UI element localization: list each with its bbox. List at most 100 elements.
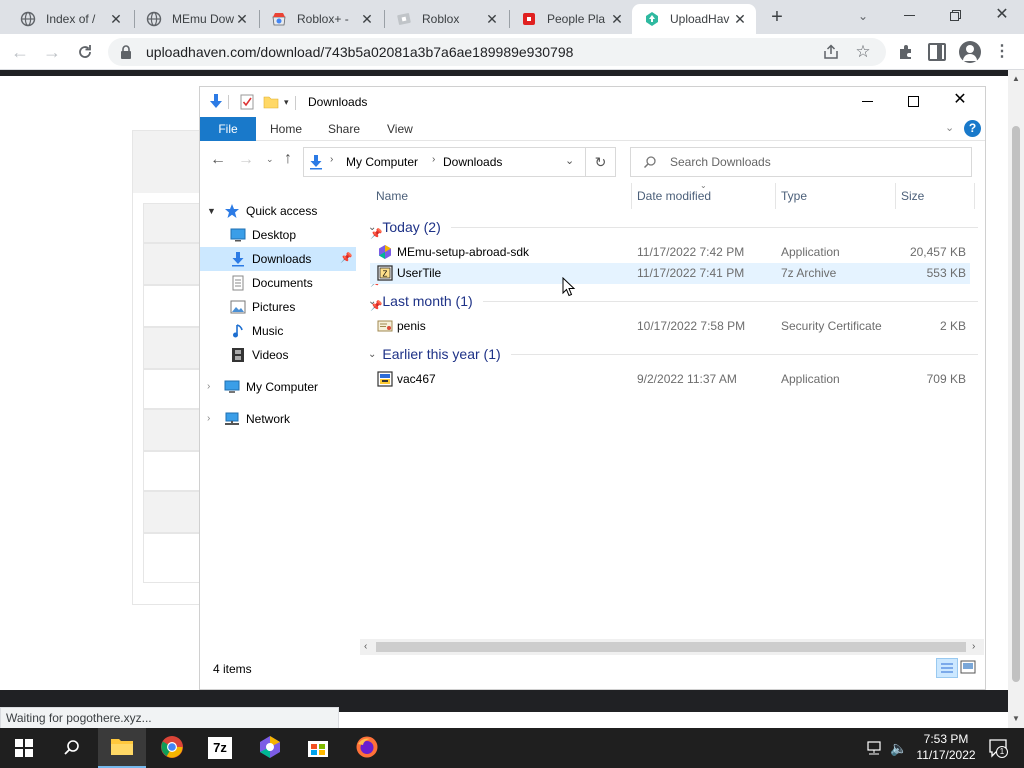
- nav-my-computer[interactable]: My Computer: [224, 375, 318, 399]
- new-folder-icon[interactable]: [263, 94, 279, 110]
- nav-music[interactable]: Music: [230, 319, 283, 343]
- nav-network[interactable]: Network: [224, 407, 290, 431]
- download-arrow-icon[interactable]: [208, 93, 224, 111]
- search-box[interactable]: Search Downloads: [630, 147, 972, 177]
- tab-memu-download[interactable]: MEmu Dow ✕: [134, 4, 258, 34]
- taskbar-firefox[interactable]: [343, 728, 391, 768]
- column-size[interactable]: Size: [901, 189, 924, 203]
- details-view-icon[interactable]: [936, 658, 958, 678]
- collapse-chevron-icon[interactable]: ⌄: [368, 349, 376, 360]
- scroll-right-arrow-icon[interactable]: ›: [972, 641, 975, 652]
- collapse-chevron-icon[interactable]: ⌄: [368, 296, 376, 307]
- large-icons-view-icon[interactable]: [960, 660, 976, 674]
- tab-roblox[interactable]: Roblox ✕: [384, 4, 508, 34]
- ribbon-tab-home[interactable]: Home: [270, 122, 302, 136]
- close-tab-icon[interactable]: ✕: [609, 11, 625, 27]
- recent-locations-icon[interactable]: ⌄: [266, 154, 274, 165]
- close-tab-icon[interactable]: ✕: [484, 11, 500, 27]
- ribbon-tab-view[interactable]: View: [387, 122, 413, 136]
- nav-videos[interactable]: Videos: [230, 343, 288, 367]
- start-button[interactable]: [0, 728, 48, 768]
- ribbon-expand-chevron-icon[interactable]: ⌄: [945, 121, 954, 134]
- tab-search-button[interactable]: ⌄: [853, 6, 873, 26]
- close-tab-icon[interactable]: ✕: [234, 11, 250, 27]
- reload-button[interactable]: [75, 42, 95, 62]
- close-window-button[interactable]: ✕: [990, 4, 1014, 28]
- taskbar-7zip[interactable]: 7z: [196, 728, 244, 768]
- column-date-modified[interactable]: Date modified: [637, 189, 711, 203]
- nav-desktop[interactable]: Desktop 📌: [230, 223, 382, 247]
- explorer-minimize-button[interactable]: [862, 101, 873, 102]
- explorer-close-button[interactable]: ✕: [952, 91, 968, 109]
- volume-tray-icon[interactable]: 🔈: [890, 739, 908, 757]
- refresh-icon[interactable]: ↻: [586, 147, 616, 177]
- breadcrumb-downloads[interactable]: Downloads: [443, 155, 502, 169]
- up-arrow-icon[interactable]: ↑: [284, 150, 292, 168]
- group-header-last-month[interactable]: ⌄ Last month (1): [368, 290, 978, 312]
- breadcrumb-bar[interactable]: › My Computer › Downloads ⌄: [303, 147, 586, 177]
- restore-button[interactable]: [944, 4, 968, 28]
- scrollbar-thumb[interactable]: [1012, 126, 1020, 682]
- explorer-forward-icon[interactable]: →: [238, 151, 254, 169]
- nav-pictures[interactable]: Pictures 📌: [230, 295, 382, 319]
- horizontal-scrollbar[interactable]: ‹ ›: [360, 639, 984, 655]
- expand-chevron-icon[interactable]: ›: [207, 381, 210, 392]
- side-panel-icon[interactable]: [928, 43, 946, 61]
- file-row[interactable]: vac467 9/2/2022 11:37 AM Application 709…: [370, 369, 970, 390]
- column-type[interactable]: Type: [781, 189, 807, 203]
- group-header-earlier-this-year[interactable]: ⌄ Earlier this year (1): [368, 343, 978, 365]
- properties-icon[interactable]: [240, 94, 254, 110]
- group-header-today[interactable]: ⌄ Today (2): [368, 216, 978, 238]
- qat-dropdown-icon[interactable]: ▾: [284, 97, 289, 108]
- close-tab-icon[interactable]: ✕: [359, 11, 375, 27]
- tab-uploadhaven[interactable]: UploadHav ✕: [632, 4, 756, 34]
- breadcrumb-my-computer[interactable]: My Computer: [346, 155, 418, 169]
- back-button[interactable]: ←: [10, 42, 30, 62]
- taskbar-memu[interactable]: [246, 728, 294, 768]
- pin-icon[interactable]: 📌: [340, 253, 352, 265]
- help-icon[interactable]: ?: [964, 120, 981, 137]
- extensions-icon[interactable]: [896, 42, 916, 62]
- scroll-up-arrow-icon[interactable]: ▲: [1012, 74, 1020, 83]
- ribbon-tab-share[interactable]: Share: [328, 122, 360, 136]
- taskbar-chrome[interactable]: [148, 728, 196, 768]
- column-name[interactable]: Name: [376, 189, 408, 203]
- chrome-menu-button[interactable]: ⋮: [994, 42, 1010, 62]
- ribbon-tab-file[interactable]: File: [200, 117, 256, 141]
- expand-chevron-icon[interactable]: ›: [207, 413, 210, 424]
- address-bar[interactable]: uploadhaven.com/download/743b5a02081a3b7…: [108, 38, 886, 66]
- scroll-down-arrow-icon[interactable]: ▼: [1012, 714, 1020, 723]
- nav-quick-access[interactable]: Quick access: [224, 199, 317, 223]
- forward-button[interactable]: →: [42, 42, 62, 62]
- explorer-maximize-button[interactable]: [908, 96, 919, 107]
- file-row[interactable]: MEmu-setup-abroad-sdk 11/17/2022 7:42 PM…: [370, 242, 970, 263]
- taskbar-clock[interactable]: 7:53 PM 11/17/2022: [910, 731, 982, 767]
- taskbar-file-explorer[interactable]: [98, 728, 146, 768]
- taskbar-store[interactable]: [294, 728, 342, 768]
- lock-icon[interactable]: [120, 44, 134, 60]
- address-dropdown-icon[interactable]: ⌄: [565, 154, 574, 167]
- network-tray-icon[interactable]: [866, 740, 884, 756]
- action-center-icon[interactable]: 1: [988, 738, 1008, 758]
- scrollbar-thumb[interactable]: [376, 642, 966, 652]
- file-row[interactable]: Z UserTile 11/17/2022 7:41 PM 7z Archive…: [370, 263, 970, 284]
- minimize-button[interactable]: [898, 4, 922, 28]
- tab-roblox-plus[interactable]: Roblox+ - ✕: [259, 4, 383, 34]
- collapse-chevron-icon[interactable]: ▼: [207, 206, 216, 216]
- nav-downloads[interactable]: Downloads 📌: [200, 247, 356, 271]
- close-tab-icon[interactable]: ✕: [108, 11, 124, 27]
- new-tab-button[interactable]: +: [766, 6, 788, 28]
- file-row[interactable]: penis 10/17/2022 7:58 PM Security Certif…: [370, 316, 970, 337]
- tab-index-of[interactable]: Index of / ✕: [8, 4, 132, 34]
- tab-people-playing[interactable]: People Pla ✕: [509, 4, 633, 34]
- explorer-back-icon[interactable]: ←: [210, 151, 226, 169]
- bookmark-star-icon[interactable]: ☆: [854, 43, 872, 61]
- page-scrollbar[interactable]: ▲ ▼: [1008, 70, 1024, 728]
- profile-avatar[interactable]: [959, 41, 981, 63]
- scroll-left-arrow-icon[interactable]: ‹: [364, 641, 367, 652]
- search-button[interactable]: [48, 728, 96, 768]
- collapse-chevron-icon[interactable]: ⌄: [368, 222, 376, 233]
- close-tab-icon[interactable]: ✕: [732, 11, 748, 27]
- nav-documents[interactable]: Documents 📌: [230, 271, 382, 295]
- share-icon[interactable]: [822, 43, 840, 61]
